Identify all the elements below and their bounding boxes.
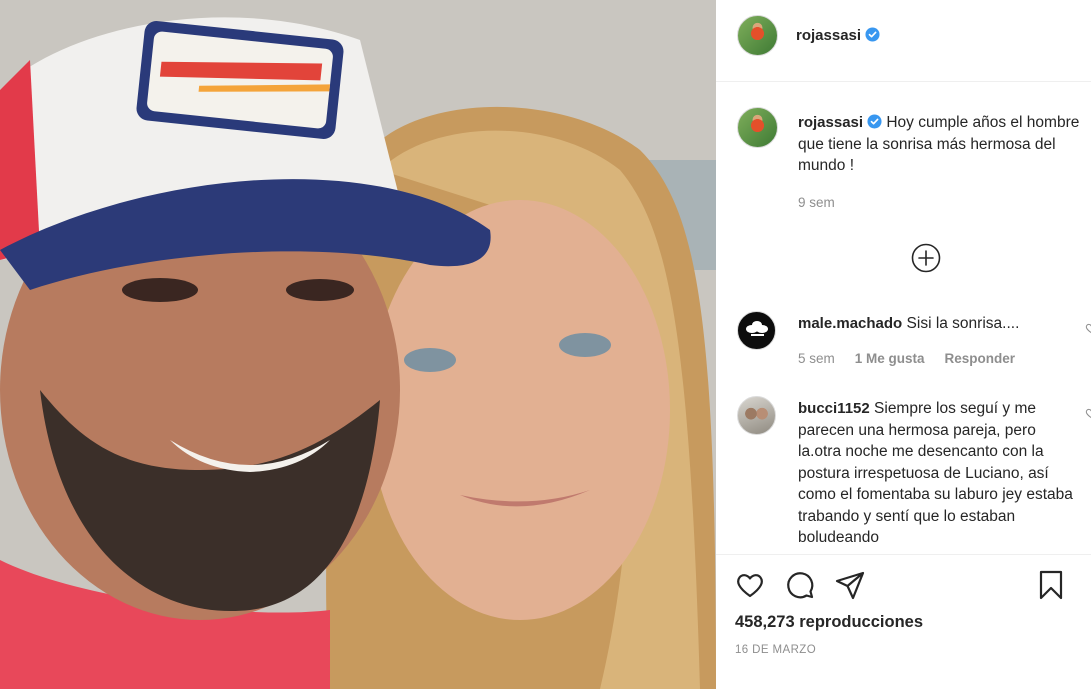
verified-badge-icon bbox=[865, 27, 880, 42]
heart-icon[interactable] bbox=[734, 569, 766, 601]
commenter-avatar[interactable] bbox=[737, 311, 776, 350]
bookmark-icon[interactable] bbox=[1035, 569, 1067, 601]
comment-like-heart-icon[interactable] bbox=[1085, 322, 1091, 334]
reply-button[interactable]: Responder bbox=[945, 351, 1016, 366]
comment-username[interactable]: bucci1152 bbox=[798, 400, 870, 417]
caption-text-block: rojassasi Hoy cumple años el hombre que … bbox=[798, 112, 1080, 177]
post-header: rojassasi bbox=[716, 0, 1091, 82]
comment-text-block: male.machado Sisi la sonrisa.... bbox=[798, 313, 1080, 335]
views-count[interactable]: 458,273 reproducciones bbox=[735, 613, 923, 632]
caption-time[interactable]: 9 sem bbox=[798, 195, 835, 210]
share-icon[interactable] bbox=[834, 569, 866, 601]
comment-like-heart-icon[interactable] bbox=[1085, 407, 1091, 419]
owner-username-text[interactable]: rojassasi bbox=[796, 27, 861, 44]
comment-text: Siempre los seguí y me parecen una hermo… bbox=[798, 400, 1073, 546]
post-date[interactable]: 16 DE MARZO bbox=[735, 644, 816, 656]
caption-username[interactable]: rojassasi bbox=[798, 114, 863, 131]
post-details-panel: rojassasi rojassasi Hoy cumple años el h… bbox=[716, 0, 1091, 689]
post-media[interactable] bbox=[0, 0, 716, 689]
comment-likes[interactable]: 1 Me gusta bbox=[855, 351, 925, 366]
comment-text: Sisi la sonrisa.... bbox=[906, 315, 1020, 332]
owner-avatar[interactable] bbox=[737, 15, 778, 56]
comment-text-block: bucci1152 Siempre los seguí y me parecen… bbox=[798, 398, 1080, 549]
commenter-avatar[interactable] bbox=[737, 396, 776, 435]
comment-meta: 5 sem 1 Me gusta Responder bbox=[798, 351, 1015, 366]
post-actions: 458,273 reproducciones 16 DE MARZO bbox=[716, 554, 1091, 689]
verified-badge-icon bbox=[867, 114, 882, 129]
comment-time[interactable]: 5 sem bbox=[798, 351, 835, 366]
post-photo bbox=[0, 0, 716, 689]
plus-circle-icon[interactable] bbox=[911, 243, 941, 273]
caption-avatar[interactable] bbox=[737, 107, 778, 148]
comment-icon[interactable] bbox=[784, 569, 816, 601]
comments-list[interactable]: rojassasi Hoy cumple años el hombre que … bbox=[716, 83, 1091, 554]
comment-username[interactable]: male.machado bbox=[798, 315, 902, 332]
flower-logo-icon bbox=[746, 321, 768, 336]
owner-username[interactable]: rojassasi bbox=[796, 27, 880, 44]
